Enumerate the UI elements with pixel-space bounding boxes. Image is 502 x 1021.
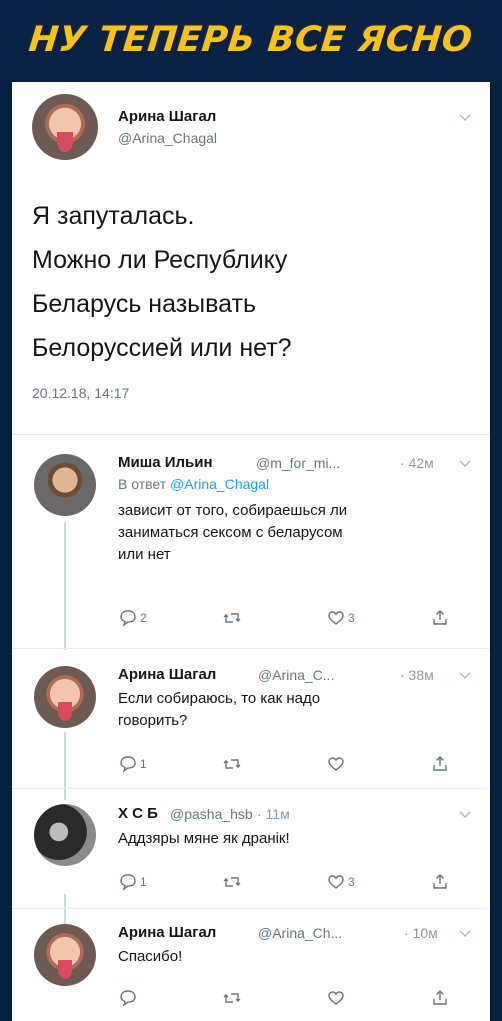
action-bar: 1 3 bbox=[118, 872, 478, 894]
comment-count: 1 bbox=[140, 757, 147, 771]
author-handle[interactable]: @m_for_mi... bbox=[256, 455, 340, 471]
reply-to-prefix: В ответ bbox=[118, 476, 167, 492]
retweet-button[interactable] bbox=[222, 988, 244, 1008]
author-name[interactable]: Арина Шагал bbox=[118, 924, 216, 941]
author-name[interactable]: Миша Ильин bbox=[118, 454, 213, 471]
comment-button[interactable]: 1 bbox=[118, 754, 147, 774]
reply-text-line: Спасибо! bbox=[118, 948, 183, 965]
reply-text-line: Если собираюсь, то как надо bbox=[118, 690, 321, 707]
like-button[interactable] bbox=[326, 988, 348, 1008]
comment-count: 1 bbox=[140, 875, 147, 889]
tweet-text-line: Белоруссией или нет? bbox=[32, 334, 292, 362]
share-icon bbox=[433, 990, 447, 1005]
share-button[interactable] bbox=[430, 608, 450, 628]
banner-title: НУ ТЕПЕРЬ ВСЕ ЯСНО bbox=[27, 20, 475, 60]
avatar[interactable] bbox=[32, 94, 98, 160]
thread-line bbox=[64, 894, 66, 924]
share-icon bbox=[433, 874, 447, 889]
separator bbox=[12, 648, 490, 649]
author-name[interactable]: Арина Шагал bbox=[118, 666, 216, 683]
reply-time[interactable]: · 42м bbox=[400, 455, 434, 471]
retweet-button[interactable] bbox=[222, 608, 244, 628]
avatar[interactable] bbox=[34, 804, 96, 866]
retweet-icon bbox=[223, 993, 241, 1003]
author-name[interactable]: Арина Шагал bbox=[118, 108, 216, 125]
avatar[interactable] bbox=[34, 454, 96, 516]
like-icon bbox=[328, 611, 344, 625]
reply-text-line: или нет bbox=[118, 546, 171, 563]
reply-text: Если собираюсь, то как надо говорить? bbox=[118, 688, 448, 732]
like-icon bbox=[328, 991, 344, 1005]
retweet-icon bbox=[223, 877, 241, 887]
author-name[interactable]: Х С Б bbox=[118, 805, 158, 822]
comment-icon bbox=[120, 990, 136, 1007]
reply-text-line: зависит от того, собираешься ли bbox=[118, 502, 348, 519]
reply-text: Спасибо! bbox=[118, 946, 448, 968]
tweet-text-line: Я запуталась. bbox=[32, 202, 195, 230]
share-icon bbox=[433, 756, 447, 771]
action-bar bbox=[118, 988, 478, 1010]
author-handle[interactable]: @Arina_C... bbox=[258, 667, 334, 683]
thread-line bbox=[64, 522, 66, 650]
retweet-button[interactable] bbox=[222, 872, 244, 892]
reply-text-line: говорить? bbox=[118, 712, 188, 729]
tweet-text-line: Беларусь называть bbox=[32, 290, 256, 318]
action-bar: 2 3 bbox=[118, 608, 478, 630]
comment-button[interactable] bbox=[118, 988, 140, 1008]
comment-icon bbox=[120, 610, 136, 627]
reply-text-line: Аддзяры мяне як дранік! bbox=[118, 830, 290, 847]
reply-to: В ответ @Arina_Chagal bbox=[118, 476, 269, 492]
chevron-down-icon[interactable] bbox=[458, 668, 472, 682]
retweet-icon bbox=[223, 759, 241, 769]
thread-line bbox=[64, 732, 66, 800]
comment-button[interactable]: 2 bbox=[118, 608, 147, 628]
tweet-timestamp[interactable]: 20.12.18, 14:17 bbox=[32, 385, 129, 401]
author-handle[interactable]: @Arina_Ch... bbox=[258, 925, 342, 941]
share-icon bbox=[433, 610, 447, 625]
reply-text-line: заниматься сексом с беларусом bbox=[118, 524, 343, 541]
like-button[interactable] bbox=[326, 754, 348, 774]
share-button[interactable] bbox=[430, 872, 450, 892]
tweet-thread: Арина Шагал @Arina_Chagal Я запуталась. … bbox=[12, 82, 490, 1021]
like-count: 3 bbox=[348, 611, 355, 625]
comment-icon bbox=[120, 756, 136, 773]
like-button[interactable]: 3 bbox=[326, 872, 355, 892]
share-button[interactable] bbox=[430, 754, 450, 774]
like-button[interactable]: 3 bbox=[326, 608, 355, 628]
comment-icon bbox=[120, 874, 136, 891]
share-button[interactable] bbox=[430, 988, 450, 1008]
retweet-icon bbox=[223, 613, 241, 623]
chevron-down-icon[interactable] bbox=[458, 110, 472, 124]
separator bbox=[12, 908, 490, 909]
divider bbox=[12, 434, 490, 435]
author-handle[interactable]: @pasha_hsb bbox=[170, 806, 253, 822]
reply-to-mention[interactable]: @Arina_Chagal bbox=[170, 476, 269, 492]
chevron-down-icon[interactable] bbox=[458, 456, 472, 470]
tweet-text-line: Можно ли Республику bbox=[32, 246, 288, 274]
reply-text: зависит от того, собираешься ли занимать… bbox=[118, 500, 448, 566]
chevron-down-icon[interactable] bbox=[458, 807, 472, 821]
like-count: 3 bbox=[348, 875, 355, 889]
reply-time[interactable]: · 38м bbox=[400, 667, 434, 683]
comment-button[interactable]: 1 bbox=[118, 872, 147, 892]
retweet-button[interactable] bbox=[222, 754, 244, 774]
banner: НУ ТЕПЕРЬ ВСЕ ЯСНО bbox=[0, 0, 502, 80]
avatar[interactable] bbox=[34, 666, 96, 728]
avatar[interactable] bbox=[34, 924, 96, 986]
reply-time[interactable]: · 11м bbox=[257, 806, 290, 822]
chevron-down-icon[interactable] bbox=[458, 926, 472, 940]
like-icon bbox=[328, 757, 344, 771]
author-handle[interactable]: @Arina_Chagal bbox=[118, 130, 217, 146]
tweet-text: Я запуталась. Можно ли Республику Белару… bbox=[32, 194, 462, 370]
like-icon bbox=[328, 875, 344, 889]
action-bar: 1 bbox=[118, 754, 478, 776]
reply-time[interactable]: · 10м bbox=[404, 925, 438, 941]
comment-count: 2 bbox=[140, 611, 147, 625]
separator bbox=[12, 788, 490, 789]
reply-text: Аддзяры мяне як дранік! bbox=[118, 828, 448, 850]
